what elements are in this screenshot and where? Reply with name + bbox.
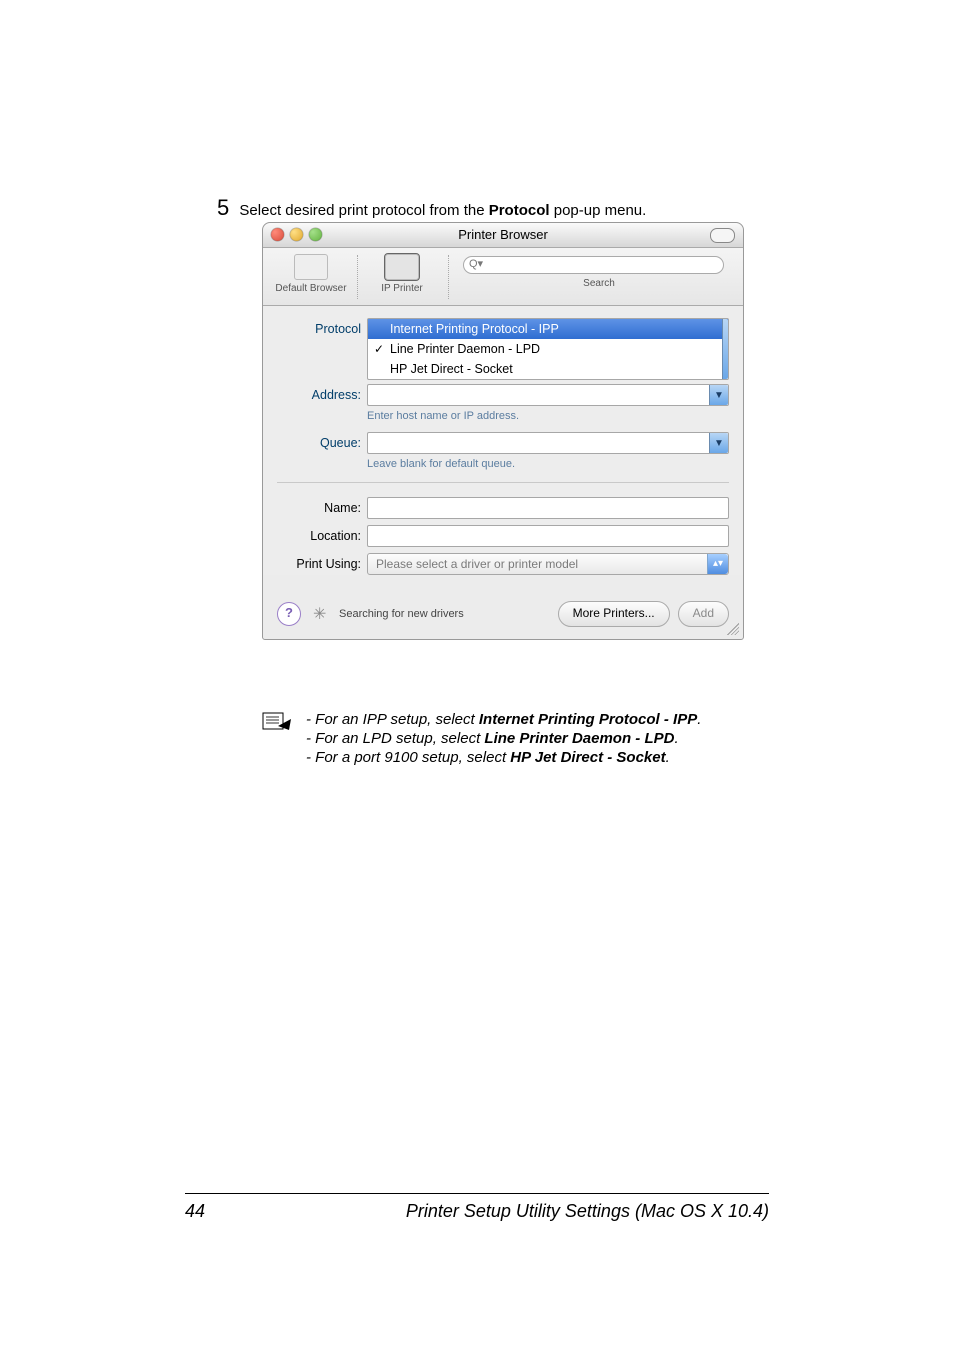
toolbar-toggle-icon[interactable] [710, 228, 735, 243]
updown-icon[interactable]: ▴▾ [707, 554, 728, 574]
search-icon: Q▾ [469, 257, 483, 270]
add-button[interactable]: Add [678, 601, 729, 627]
toolbar-divider [357, 255, 358, 299]
zoom-icon[interactable] [309, 228, 322, 241]
address-input[interactable]: ▼ [367, 384, 729, 406]
search-label: Search [463, 278, 735, 289]
resize-handle-icon[interactable] [727, 623, 739, 635]
row-name: Name: [277, 497, 729, 519]
note-block: - For an IPP setup, select Internet Prin… [262, 710, 782, 767]
toolbar-ip-printer[interactable]: IP Printer [362, 252, 442, 294]
chevron-down-icon[interactable]: ▼ [709, 385, 728, 405]
note-text: - For an LPD setup, select [306, 730, 484, 747]
location-input[interactable] [367, 525, 729, 547]
printer-browser-window: Printer Browser Default Browser IP Print… [262, 222, 744, 640]
note-text: - For an IPP setup, select [306, 711, 479, 728]
window-toolbar: Default Browser IP Printer Q▾ Search [263, 248, 743, 306]
step-number: 5 [217, 195, 229, 220]
name-input[interactable] [367, 497, 729, 519]
print-using-select[interactable]: Please select a driver or printer model … [367, 553, 729, 575]
page-footer-text: Printer Setup Utility Settings (Mac OS X… [406, 1201, 769, 1222]
separator [277, 482, 729, 483]
toolbar-default-browser[interactable]: Default Browser [271, 252, 351, 294]
note-line-2: - For an LPD setup, select Line Printer … [306, 729, 782, 748]
label-address: Address: [277, 384, 367, 406]
ip-printer-icon [385, 254, 419, 280]
label-queue: Queue: [277, 432, 367, 454]
minimize-icon[interactable] [290, 228, 303, 241]
step-text-b: pop-up menu. [550, 202, 647, 219]
note-bold: Line Printer Daemon - LPD [484, 730, 674, 747]
protocol-option-lpd[interactable]: ✓ Line Printer Daemon - LPD [368, 339, 728, 359]
window-titlebar: Printer Browser [263, 223, 743, 248]
more-printers-button[interactable]: More Printers... [558, 601, 670, 627]
print-using-value: Please select a driver or printer model [376, 557, 578, 571]
step-text-bold: Protocol [489, 202, 550, 219]
close-icon[interactable] [271, 228, 284, 241]
hint-queue: Leave blank for default queue. [367, 458, 729, 470]
toolbar-divider [448, 255, 449, 299]
protocol-option-socket[interactable]: HP Jet Direct - Socket [368, 359, 728, 379]
row-print-using: Print Using: Please select a driver or p… [277, 553, 729, 575]
row-address: Address: ▼ [277, 384, 729, 406]
row-protocol: Protocol Internet Printing Protocol - IP… [277, 318, 729, 380]
row-queue: Queue: ▼ [277, 432, 729, 454]
queue-input[interactable]: ▼ [367, 432, 729, 454]
note-bold: Internet Printing Protocol - IPP [479, 711, 697, 728]
protocol-option-ipp[interactable]: Internet Printing Protocol - IPP [368, 319, 728, 339]
hint-address: Enter host name or IP address. [367, 410, 729, 422]
dropdown-edge [722, 319, 728, 379]
status-text: Searching for new drivers [339, 608, 464, 620]
traffic-lights [271, 228, 322, 241]
step-instruction: 5 Select desired print protocol from the… [217, 199, 747, 220]
note-line-3: - For a port 9100 setup, select HP Jet D… [306, 748, 782, 767]
label-location: Location: [277, 525, 367, 547]
protocol-dropdown[interactable]: Internet Printing Protocol - IPP ✓ Line … [367, 318, 729, 380]
note-text: - For a port 9100 setup, select [306, 749, 510, 766]
default-browser-icon [294, 254, 328, 280]
row-location: Location: [277, 525, 729, 547]
page-rule [185, 1193, 769, 1194]
window-footer: ? Searching for new drivers More Printer… [263, 587, 743, 631]
protocol-option-label: Internet Printing Protocol - IPP [390, 322, 559, 336]
window-title: Printer Browser [263, 223, 743, 247]
form-area: Protocol Internet Printing Protocol - IP… [263, 306, 743, 575]
note-text: . [697, 711, 701, 728]
check-icon: ✓ [374, 342, 384, 356]
note-icon [262, 712, 292, 734]
note-text: . [666, 749, 670, 766]
note-text: . [674, 730, 678, 747]
label-print-using: Print Using: [277, 553, 367, 575]
toolbar-label-ip-printer: IP Printer [362, 283, 442, 294]
protocol-option-label: HP Jet Direct - Socket [390, 362, 513, 376]
note-bold: HP Jet Direct - Socket [510, 749, 665, 766]
label-protocol: Protocol [277, 318, 367, 340]
protocol-option-label: Line Printer Daemon - LPD [390, 342, 540, 356]
step-text-a: Select desired print protocol from the [239, 202, 488, 219]
search-input[interactable]: Q▾ [463, 256, 724, 274]
spinner-icon [313, 606, 329, 622]
toolbar-label-default-browser: Default Browser [271, 283, 351, 294]
page-number: 44 [185, 1201, 205, 1222]
label-name: Name: [277, 497, 367, 519]
help-button[interactable]: ? [277, 602, 301, 626]
note-line-1: - For an IPP setup, select Internet Prin… [306, 710, 782, 729]
chevron-down-icon[interactable]: ▼ [709, 433, 728, 453]
